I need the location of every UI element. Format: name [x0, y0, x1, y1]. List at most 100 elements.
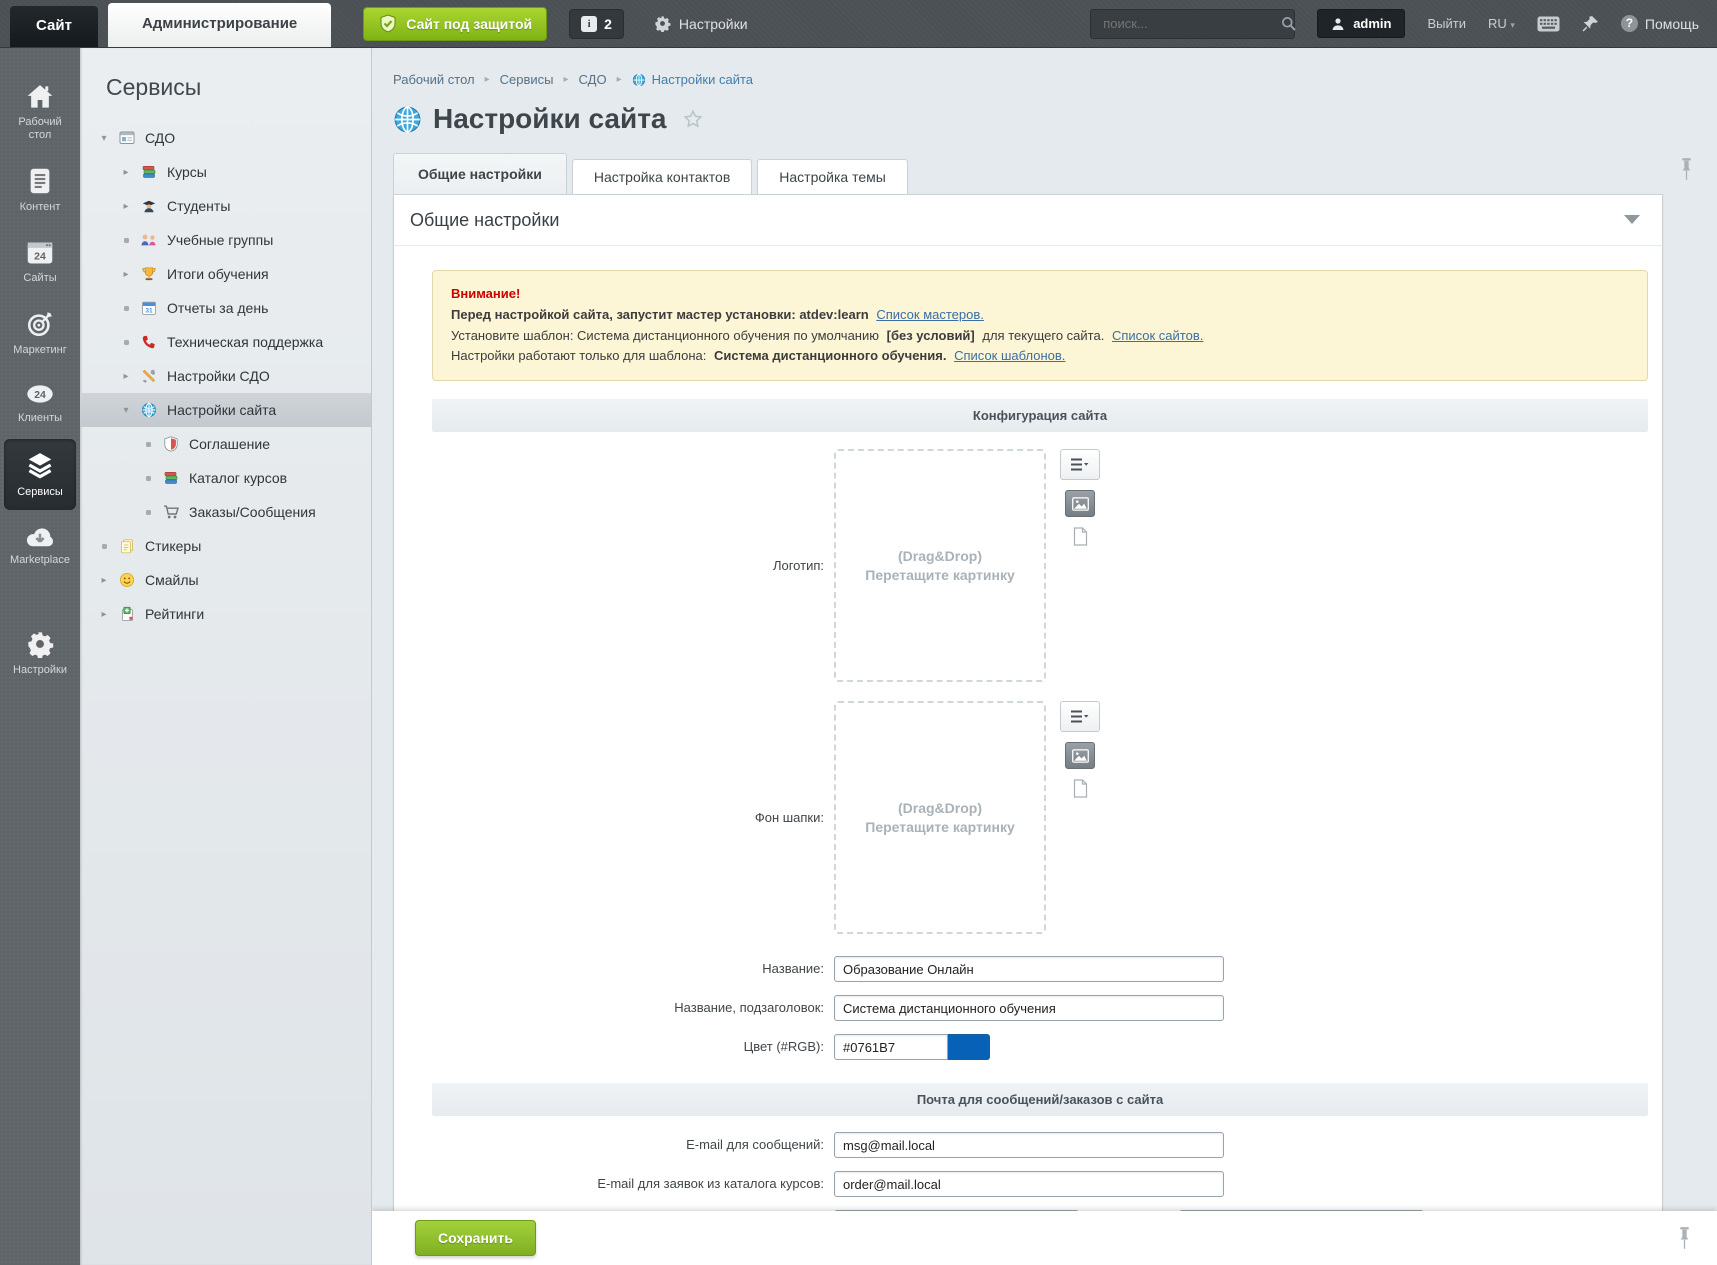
logo-image-button[interactable] — [1065, 490, 1095, 517]
warning-line-2: Установите шаблон: Система дистанционног… — [451, 326, 1629, 347]
add-page-icon — [118, 606, 136, 622]
notifications-button[interactable]: i 2 — [569, 9, 624, 39]
pin-icon[interactable] — [1582, 15, 1599, 32]
tree-item-tech-support[interactable]: Техническая поддержка — [80, 325, 371, 359]
expand-closed-icon[interactable] — [98, 575, 110, 586]
search-box[interactable] — [1090, 9, 1295, 39]
site-name-input[interactable] — [834, 956, 1224, 982]
templates-list-link[interactable]: Список шаблонов. — [954, 348, 1065, 363]
tree-item-sdo-settings[interactable]: Настройки СДО — [80, 359, 371, 393]
user-icon — [1331, 17, 1345, 31]
expand-closed-icon[interactable] — [120, 167, 132, 178]
target-icon — [26, 310, 54, 338]
leaf-bullet-icon — [142, 473, 154, 484]
warning-title: Внимание! — [451, 284, 1629, 305]
logo-menu-button[interactable] — [1060, 449, 1100, 480]
tree-item-orders-messages[interactable]: Заказы/Сообщения — [80, 495, 371, 529]
shield-check-icon — [378, 14, 398, 34]
tree-item-course-catalog[interactable]: Каталог курсов — [80, 461, 371, 495]
tree-item-stickers[interactable]: Стикеры — [80, 529, 371, 563]
search-input[interactable] — [1101, 15, 1281, 32]
email-orders-row: E-mail для заявок из каталога курсов: — [432, 1171, 1648, 1197]
header-bg-file-icon[interactable] — [1073, 779, 1088, 798]
keyboard-icon[interactable] — [1537, 16, 1560, 32]
header-bg-menu-button[interactable] — [1060, 701, 1100, 732]
masters-list-link[interactable]: Список мастеров. — [876, 307, 984, 322]
user-menu-button[interactable]: admin — [1317, 9, 1405, 38]
globe-icon — [632, 73, 646, 87]
breadcrumb-separator-icon: ▸ — [485, 74, 490, 85]
breadcrumb-separator-icon: ▸ — [564, 74, 569, 85]
logo-dropzone[interactable]: (Drag&Drop) Перетащите картинку — [834, 449, 1046, 682]
color-swatch[interactable] — [948, 1034, 990, 1060]
site-protected-button[interactable]: Сайт под защитой — [363, 7, 547, 41]
expand-closed-icon[interactable] — [120, 269, 132, 280]
svg-text:24: 24 — [34, 250, 46, 262]
breadcrumb-services[interactable]: Сервисы — [500, 72, 554, 87]
administration-tab[interactable]: Администрирование — [108, 3, 331, 47]
student-icon — [140, 198, 158, 214]
tree-item-daily-reports[interactable]: 31 Отчеты за день — [80, 291, 371, 325]
leaf-bullet-icon — [120, 303, 132, 314]
rail-item-marketing[interactable]: Маркетинг — [4, 299, 76, 368]
rail-item-sites[interactable]: 24 Сайты — [4, 229, 76, 296]
sites-list-link[interactable]: Список сайтов. — [1112, 328, 1203, 343]
tree-item-agreement[interactable]: Соглашение — [80, 427, 371, 461]
topbar-settings-button[interactable]: Настройки — [654, 15, 748, 32]
header-bg-dropzone[interactable]: (Drag&Drop) Перетащите картинку — [834, 701, 1046, 934]
warning-line-1: Перед настройкой сайта, запустит мастер … — [451, 305, 1629, 326]
tree-item-study-groups[interactable]: Учебные группы — [80, 223, 371, 257]
globe-icon — [140, 402, 158, 418]
rail-item-services[interactable]: Сервисы — [4, 439, 76, 510]
favorite-star-icon[interactable] — [682, 108, 704, 130]
header-bg-image-button[interactable] — [1065, 742, 1095, 769]
logo-file-icon[interactable] — [1073, 527, 1088, 546]
rail-item-clients[interactable]: 24 Клиенты — [4, 371, 76, 436]
expand-open-icon[interactable] — [120, 405, 132, 416]
badge-24-icon: 24 — [25, 382, 55, 406]
site-subtitle-input[interactable] — [834, 995, 1224, 1021]
rail-item-settings[interactable]: Настройки — [4, 619, 76, 688]
breadcrumb-desktop[interactable]: Рабочий стол — [393, 72, 475, 87]
site-tab[interactable]: Сайт — [10, 6, 98, 47]
tree-item-learning-results[interactable]: Итоги обучения — [80, 257, 371, 291]
breadcrumb-site-settings[interactable]: Настройки сайта — [632, 72, 753, 87]
page-title: Настройки сайта — [433, 103, 667, 135]
language-selector[interactable]: RU ▾ — [1488, 16, 1515, 31]
pin-icon[interactable] — [1680, 157, 1693, 186]
tree-item-sdo[interactable]: СДО — [80, 121, 371, 155]
collapse-arrow-icon[interactable] — [1624, 215, 1640, 224]
breadcrumb-sdo[interactable]: СДО — [579, 72, 607, 87]
logo-tools — [1060, 449, 1100, 546]
pin-icon[interactable] — [1678, 1226, 1691, 1250]
rail-item-desktop[interactable]: Рабочий стол — [4, 73, 76, 153]
tree-item-smileys[interactable]: Смайлы — [80, 563, 371, 597]
tab-contact-settings[interactable]: Настройка контактов — [572, 159, 752, 194]
breadcrumb: Рабочий стол ▸ Сервисы ▸ СДО ▸ Настройки… — [372, 48, 1717, 87]
logout-link[interactable]: Выйти — [1427, 16, 1466, 31]
color-input[interactable] — [834, 1034, 948, 1060]
phone-icon — [140, 334, 158, 350]
tab-general-settings[interactable]: Общие настройки — [393, 153, 567, 194]
rail-item-marketplace[interactable]: Marketplace — [4, 513, 76, 578]
warning-box: Внимание! Перед настройкой сайта, запуст… — [432, 270, 1648, 381]
expand-closed-icon[interactable] — [98, 609, 110, 620]
email-orders-input[interactable] — [834, 1171, 1224, 1197]
site-name-label: Название: — [432, 956, 834, 982]
save-button[interactable]: Сохранить — [415, 1220, 536, 1256]
email-messages-input[interactable] — [834, 1132, 1224, 1158]
rail-item-content[interactable]: Контент — [4, 156, 76, 225]
tree-item-students[interactable]: Студенты — [80, 189, 371, 223]
expand-closed-icon[interactable] — [120, 371, 132, 382]
help-button[interactable]: ? Помощь — [1621, 15, 1699, 32]
header-bg-row: Фон шапки: (Drag&Drop) Перетащите картин… — [432, 701, 1648, 934]
tree-item-ratings[interactable]: Рейтинги — [80, 597, 371, 631]
site-subtitle-label: Название, подзаголовок: — [432, 995, 834, 1021]
document-icon — [27, 167, 53, 195]
tab-theme-settings[interactable]: Настройка темы — [757, 159, 908, 194]
search-icon[interactable] — [1281, 16, 1296, 31]
tree-item-site-settings[interactable]: Настройки сайта — [80, 393, 371, 427]
tree-item-courses[interactable]: Курсы — [80, 155, 371, 189]
expand-open-icon[interactable] — [98, 133, 110, 144]
expand-closed-icon[interactable] — [120, 201, 132, 212]
